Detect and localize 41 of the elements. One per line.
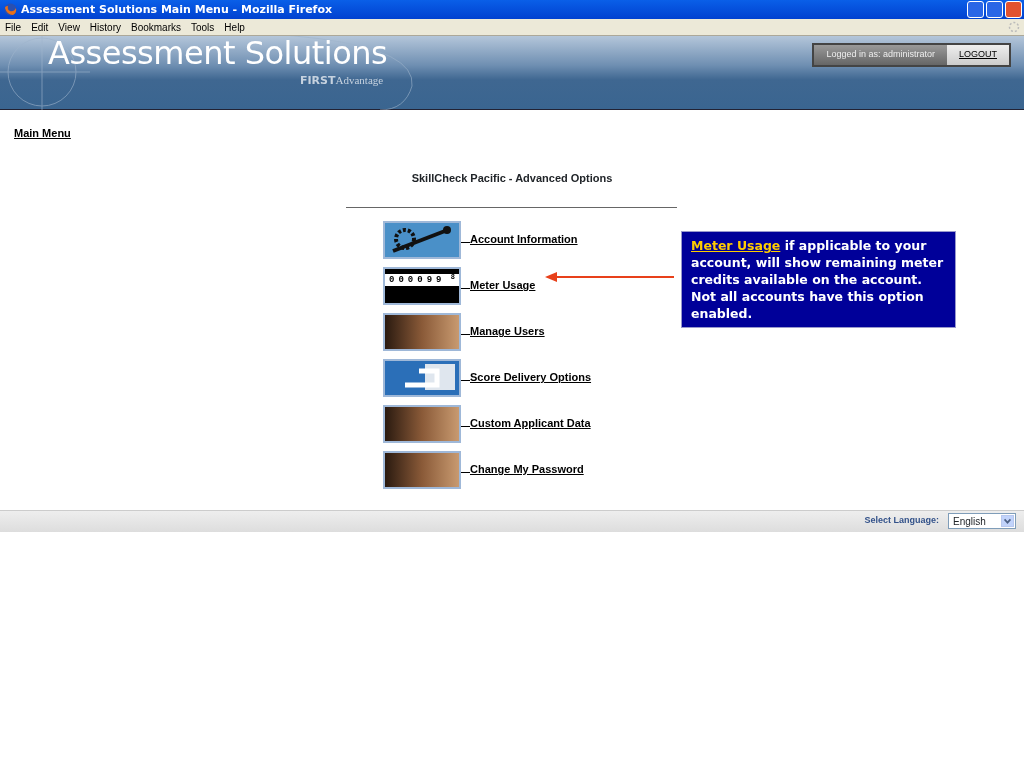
language-label: Select Language: [864, 514, 939, 528]
menu-item[interactable]: Bookmarks [131, 19, 181, 35]
firefox-icon [4, 3, 17, 16]
option-link[interactable]: Score Delivery Options [470, 369, 592, 386]
menu-item[interactable]: Tools [191, 19, 215, 35]
menu-item[interactable]: File [5, 19, 22, 35]
gear-wrench-thumbnail[interactable] [383, 220, 461, 259]
monitor-arrow-thumbnail[interactable] [383, 358, 461, 397]
window-title: Assessment Solutions Main Menu - Mozilla Firefox [21, 3, 333, 16]
photo-placeholder[interactable] [383, 404, 461, 443]
page-heading: SkillCheck Pacific - Advanced Options [410, 171, 614, 186]
caret-icon [1001, 515, 1014, 527]
meter-digit: 0 [389, 273, 395, 286]
main-menu-link[interactable]: Main Menu [14, 125, 71, 142]
meter-digit: 9 [426, 273, 433, 286]
meter-usage-link[interactable]: Meter Usage [691, 238, 781, 253]
option-link[interactable]: Meter Usage [470, 277, 536, 294]
meter-digit: 9 [436, 273, 442, 286]
option-link[interactable]: Custom Applicant Data [470, 415, 591, 432]
option-link[interactable]: Manage Users [470, 323, 545, 340]
menu-item[interactable]: Edit [31, 19, 49, 35]
option-link[interactable]: Account Information [470, 231, 578, 248]
restore-button[interactable] [986, 1, 1003, 18]
meter-digit: 0 [407, 273, 414, 286]
meter-digit: 0 [417, 273, 423, 286]
menu-item[interactable]: View [58, 19, 80, 35]
sub-logo-text: FIRSTAdvantage [300, 73, 384, 89]
minimize-button[interactable] [967, 1, 984, 18]
logged-in-label: Logged in as: administrator [814, 45, 947, 65]
logo-text: Assessment Solutions [48, 34, 388, 72]
throbber-icon [1008, 21, 1020, 33]
meter-digit: 0 [398, 273, 404, 286]
language-select[interactable]: English [948, 513, 1016, 529]
callout-note: Meter Usage if applicable to your account, will show remaining meter credits available on the account. Not all accounts have this option enabled. [681, 231, 956, 328]
logout-button[interactable]: LOGOUT [947, 45, 1009, 65]
photo-placeholder[interactable] [383, 450, 461, 489]
menu-item[interactable]: Help [224, 19, 245, 35]
close-button[interactable] [1005, 1, 1022, 18]
photo-placeholder[interactable] [383, 312, 461, 351]
option-link[interactable]: Change My Password [470, 461, 584, 478]
menu-item[interactable]: History [89, 19, 121, 35]
